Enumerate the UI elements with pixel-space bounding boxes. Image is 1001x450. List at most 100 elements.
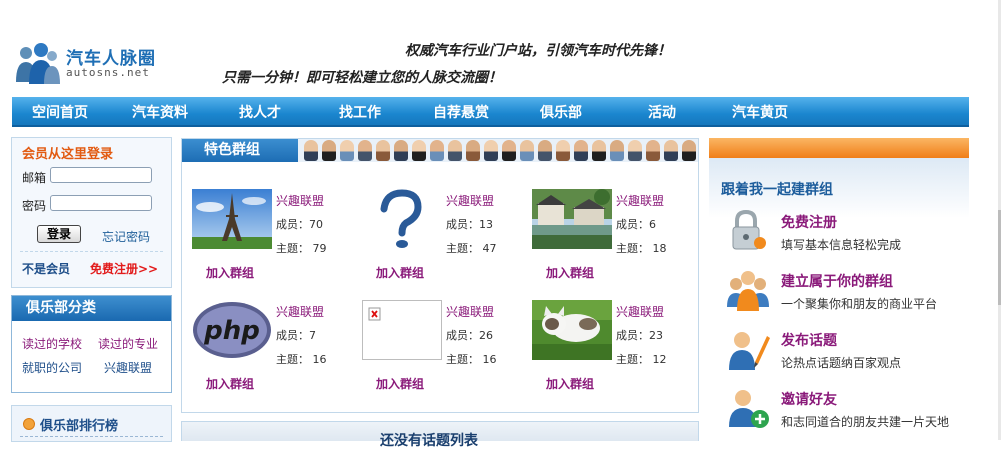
login-button[interactable]: 登录 <box>37 225 81 243</box>
group-image-kitten[interactable] <box>532 300 612 360</box>
svg-text:php: php <box>203 316 260 346</box>
step-title: 建立属于你的群组 <box>781 274 893 290</box>
lock-icon <box>732 209 766 250</box>
group-name-link[interactable]: 兴趣联盟 <box>276 192 324 209</box>
nav-item-clubs[interactable]: 俱乐部 <box>540 102 582 122</box>
featured-groups-header: 特色群组 <box>182 139 698 162</box>
face-photo <box>448 140 462 161</box>
group-name-link[interactable]: 兴趣联盟 <box>616 303 664 320</box>
group-image-question[interactable] <box>362 189 442 249</box>
face-photo <box>538 140 552 161</box>
group-name-link[interactable]: 兴趣联盟 <box>616 192 664 209</box>
club-ranking-title: 俱乐部排行榜 <box>40 419 119 434</box>
step-invite-friends[interactable]: 邀请好友 和志同道合的朋友共建一片天地 <box>725 385 969 435</box>
face-photo <box>358 140 372 161</box>
nav-item-find-job[interactable]: 找工作 <box>339 102 381 122</box>
group-image-eiffel[interactable] <box>192 189 272 249</box>
nav-item-car-info[interactable]: 汽车资料 <box>132 102 188 122</box>
guide-title: 跟着我一起建群组 <box>721 182 833 198</box>
password-field[interactable] <box>50 195 152 211</box>
bullet-icon <box>23 418 35 430</box>
category-interest-link[interactable]: 兴趣联盟 <box>104 359 152 376</box>
group-icon <box>727 271 769 311</box>
group-members: 成员：13 <box>446 218 493 231</box>
face-photo <box>574 140 588 161</box>
step-title: 免费注册 <box>781 215 837 231</box>
category-majors-link[interactable]: 读过的专业 <box>98 335 158 352</box>
group-members: 成员：23 <box>616 329 663 342</box>
step-desc: 和志同道合的朋友共建一片天地 <box>781 415 950 429</box>
face-photo <box>376 140 390 161</box>
free-register-link[interactable]: 免费注册>> <box>90 260 158 277</box>
email-field[interactable] <box>50 167 152 183</box>
face-photo <box>610 140 624 161</box>
group-members: 成员：26 <box>446 329 493 342</box>
face-photo <box>520 140 534 161</box>
club-categories-title: 俱乐部分类 <box>12 296 171 321</box>
face-photo <box>394 140 408 161</box>
pen-user-icon <box>729 332 770 370</box>
join-group-button[interactable]: 加入群组 <box>206 264 254 281</box>
face-photo <box>502 140 516 161</box>
join-group-button[interactable]: 加入群组 <box>546 264 594 281</box>
face-photo <box>628 140 642 161</box>
header-slogan-2: 只需一分钟！即可轻松建立您的人脉交流圈！ <box>222 70 502 86</box>
group-name-link[interactable]: 兴趣联盟 <box>446 192 494 209</box>
step-title: 邀请好友 <box>781 392 837 408</box>
group-members: 成员：7 <box>276 329 316 342</box>
nav-item-self-recommend[interactable]: 自荐悬赏 <box>433 102 489 122</box>
password-label: 密码 <box>22 199 47 213</box>
create-group-guide: 跟着我一起建群组 免费注册 填写基本信息轻松完成 建立属于你的群组 一个聚集你和… <box>709 138 969 440</box>
face-photo <box>340 140 354 161</box>
face-photo <box>682 140 696 161</box>
group-image-php[interactable]: php <box>192 300 272 360</box>
group-image-village[interactable] <box>532 189 612 249</box>
group-name-link[interactable]: 兴趣联盟 <box>446 303 494 320</box>
group-image-broken[interactable] <box>362 300 442 360</box>
club-ranking-panel: 俱乐部排行榜 <box>11 405 172 442</box>
face-photo <box>466 140 480 161</box>
group-topics: 主题： 47 <box>446 242 497 255</box>
face-photo <box>484 140 498 161</box>
nav-item-yellow-pages[interactable]: 汽车黄页 <box>732 102 788 122</box>
face-photo <box>592 140 606 161</box>
join-group-button[interactable]: 加入群组 <box>546 375 594 392</box>
header-faces-banner <box>300 139 698 162</box>
group-members: 成员：70 <box>276 218 323 231</box>
step-desc: 填写基本信息轻松完成 <box>781 238 902 252</box>
site-logo[interactable]: 汽车人脉圈 autosns.net <box>14 40 174 84</box>
people-logo-icon <box>16 43 60 84</box>
group-topics: 主题： 16 <box>276 353 327 366</box>
guide-top-bar <box>709 138 969 158</box>
step-post-topic[interactable]: 发布话题 论热点话题纳百家观点 <box>725 326 969 376</box>
forgot-password-link[interactable]: 忘记密码 <box>102 228 150 245</box>
nav-item-find-talent[interactable]: 找人才 <box>239 102 281 122</box>
login-title: 会员从这里登录 <box>22 147 114 162</box>
group-name-link[interactable]: 兴趣联盟 <box>276 303 324 320</box>
join-group-button[interactable]: 加入群组 <box>376 375 424 392</box>
face-photo <box>304 140 318 161</box>
face-photo <box>556 140 570 161</box>
join-group-button[interactable]: 加入群组 <box>206 375 254 392</box>
group-card: 兴趣联盟 成员：23 主题： 12 加入群组 <box>532 300 702 400</box>
step-desc: 一个聚集你和朋友的商业平台 <box>781 297 938 311</box>
featured-groups-panel: 特色群组 兴趣联盟 成员：70 主题： 79 加入群组 兴趣联盟 成员：13 主… <box>181 138 699 413</box>
not-member-label: 不是会员 <box>22 262 71 276</box>
face-photo <box>412 140 426 161</box>
step-create-group[interactable]: 建立属于你的群组 一个聚集你和朋友的商业平台 <box>725 267 969 317</box>
brand-domain: autosns.net <box>66 66 150 79</box>
face-photo <box>430 140 444 161</box>
category-companies-link[interactable]: 就职的公司 <box>22 359 82 376</box>
main-nav: 空间首页 汽车资料 找人才 找工作 自荐悬赏 俱乐部 活动 汽车黄页 <box>12 97 969 127</box>
topics-list-header: 还没有话题列表 <box>181 421 699 449</box>
featured-groups-title: 特色群组 <box>182 139 298 162</box>
ranking-divider <box>20 436 163 437</box>
category-schools-link[interactable]: 读过的学校 <box>22 335 82 352</box>
club-categories-panel: 俱乐部分类 读过的学校 读过的专业 就职的公司 兴趣联盟 <box>11 295 172 393</box>
login-divider <box>20 251 163 252</box>
topics-list-title: 还没有话题列表 <box>380 433 478 449</box>
nav-item-events[interactable]: 活动 <box>648 102 676 122</box>
join-group-button[interactable]: 加入群组 <box>376 264 424 281</box>
step-register[interactable]: 免费注册 填写基本信息轻松完成 <box>725 208 969 258</box>
nav-item-home[interactable]: 空间首页 <box>32 102 88 122</box>
